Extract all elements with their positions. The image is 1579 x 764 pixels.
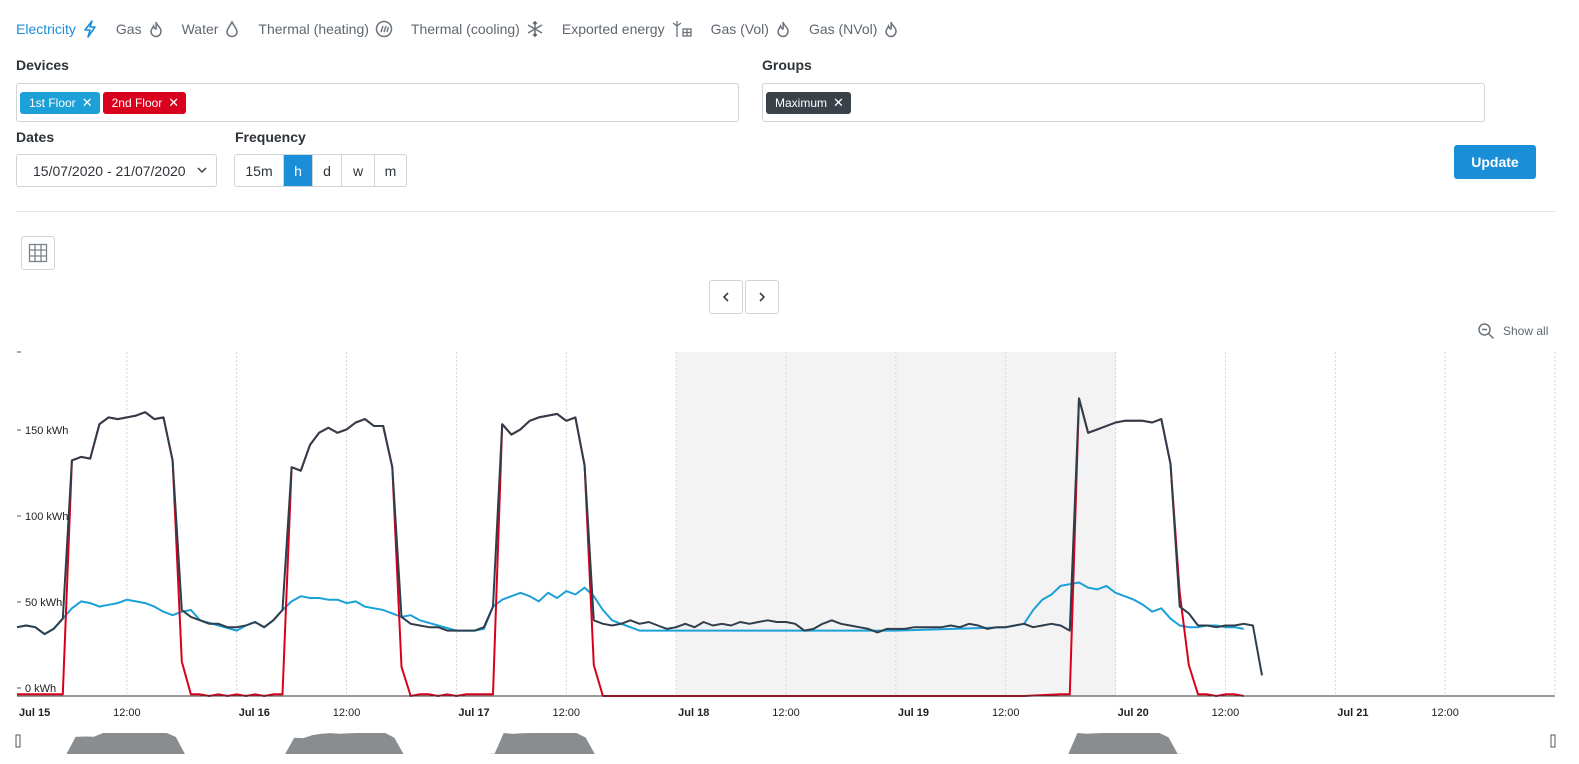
chevron-left-icon (722, 292, 729, 302)
dates-label: Dates (16, 129, 55, 145)
x-axis-label: Jul 15 (19, 707, 50, 719)
tab-label: Gas (NVol) (808, 21, 878, 37)
remove-tag-icon[interactable]: ✕ (833, 96, 844, 109)
date-range-value: 15/07/2020 - 21/07/2020 (33, 162, 186, 179)
x-axis-label: 12:00 (772, 707, 800, 719)
tag-label: 1st Floor (29, 95, 76, 110)
tab-label: Water (181, 21, 219, 37)
tab-exported-energy[interactable]: Exported energy (562, 20, 693, 38)
x-axis-label: 12:00 (553, 707, 581, 719)
frequency-option-h[interactable]: h (284, 155, 313, 186)
frequency-option-w[interactable]: w (342, 155, 375, 186)
tab-electricity[interactable]: Electricity (16, 20, 98, 38)
update-button[interactable]: Update (1454, 145, 1536, 179)
navigator-area (21, 733, 1260, 754)
group-tag-maximum: Maximum ✕ (766, 91, 851, 114)
y-axis-label: 100 kWh (25, 511, 68, 523)
flame-icon (885, 21, 898, 38)
x-axis-label: Jul 21 (1337, 707, 1368, 719)
energy-chart: 0 kWh 50 kWh 100 kWh 150 kWh Jul 15 12:00 Jul … (15, 351, 1556, 754)
chevron-down-icon (197, 167, 207, 174)
x-axis-label: 12:00 (1431, 707, 1459, 719)
frequency-selector: 15m h d w m (234, 154, 407, 187)
table-view-button[interactable] (21, 236, 55, 270)
x-axis-label: Jul 16 (239, 707, 270, 719)
x-axis-label: Jul 18 (678, 707, 709, 719)
date-range-select[interactable]: 15/07/2020 - 21/07/2020 (16, 154, 217, 187)
x-axis-label: 12:00 (1212, 707, 1240, 719)
navigator-handle-right (1550, 734, 1556, 748)
flame-icon (149, 21, 162, 38)
device-tag-1st-floor: 1st Floor ✕ (20, 91, 100, 114)
previous-period-button[interactable] (709, 280, 743, 314)
x-axis-label: 12:00 (333, 707, 361, 719)
tab-gas[interactable]: Gas (116, 20, 164, 38)
show-all-button[interactable]: Show all (1477, 322, 1548, 340)
frequency-option-m[interactable]: m (375, 155, 406, 186)
table-grid-icon (28, 243, 48, 263)
tab-gas-vol[interactable]: Gas (Vol) (711, 20, 791, 38)
show-all-label: Show all (1503, 324, 1549, 338)
x-axis-label: Jul 19 (898, 707, 929, 719)
tab-label: Exported energy (561, 21, 665, 37)
drop-icon (226, 20, 239, 38)
tab-water[interactable]: Water (182, 20, 241, 38)
tag-label: Maximum (775, 95, 828, 110)
zoom-out-icon (1478, 323, 1495, 340)
tab-label: Thermal (heating) (258, 21, 369, 37)
device-tag-2nd-floor: 2nd Floor ✕ (102, 91, 187, 114)
tab-label: Gas (Vol) (710, 21, 769, 37)
remove-tag-icon[interactable]: ✕ (82, 96, 93, 109)
next-period-button[interactable] (745, 280, 779, 314)
groups-label: Groups (762, 57, 812, 73)
y-axis-label: 0 kWh (25, 683, 56, 695)
navigator-handle-left (15, 734, 21, 748)
snowflake-icon (527, 21, 543, 37)
groups-select[interactable]: Maximum ✕ (762, 83, 1485, 122)
frequency-option-d[interactable]: d (313, 155, 342, 186)
chevron-right-icon (759, 292, 766, 302)
flame-icon (777, 21, 789, 38)
tab-thermal-heating[interactable]: Thermal (heating) (258, 20, 393, 38)
tab-label: Electricity (16, 21, 76, 37)
y-axis-label: 150 kWh (25, 425, 68, 437)
x-axis-label: Jul 20 (1118, 707, 1149, 719)
devices-label: Devices (16, 57, 69, 73)
devices-select[interactable]: 1st Floor ✕ 2nd Floor ✕ (16, 83, 739, 122)
energy-type-tabs: Electricity Gas Water Thermal (heating) … (16, 18, 917, 40)
divider (16, 211, 1555, 212)
x-axis-label: 12:00 (113, 707, 141, 719)
heating-icon (375, 20, 393, 38)
lightning-icon (84, 20, 96, 38)
tab-thermal-cooling[interactable]: Thermal (cooling) (411, 20, 544, 38)
frequency-label: Frequency (235, 129, 306, 145)
remove-tag-icon[interactable]: ✕ (168, 96, 179, 109)
tag-label: 2nd Floor (111, 95, 163, 110)
tab-label: Thermal (cooling) (410, 21, 520, 37)
x-axis-label: 12:00 (992, 707, 1020, 719)
tab-label: Gas (115, 21, 142, 37)
tab-gas-nvol[interactable]: Gas (NVol) (809, 20, 899, 38)
y-axis-label: 50 kWh (25, 597, 62, 609)
wind-solar-icon (672, 21, 692, 37)
frequency-option-15m[interactable]: 15m (235, 155, 284, 186)
x-axis-label: Jul 17 (458, 707, 489, 719)
